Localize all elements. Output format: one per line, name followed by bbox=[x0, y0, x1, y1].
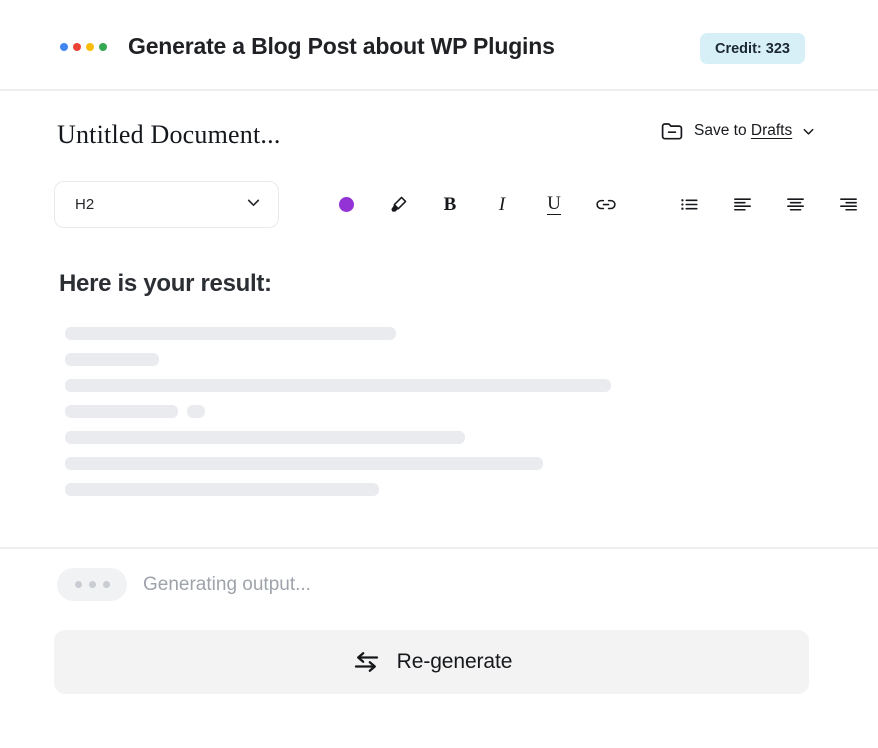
skeleton-row bbox=[65, 353, 825, 366]
skeleton-row bbox=[65, 379, 825, 392]
bold-button[interactable]: B bbox=[424, 181, 476, 228]
chevron-down-icon bbox=[245, 194, 262, 216]
footer-divider bbox=[0, 547, 878, 549]
result-heading: Here is your result: bbox=[59, 270, 272, 298]
skeleton-bar bbox=[65, 327, 396, 340]
typing-dot bbox=[89, 581, 96, 588]
app-title: Generate a Blog Post about WP Plugins bbox=[128, 33, 555, 60]
logo-dot-yellow bbox=[86, 43, 94, 51]
save-prefix: Save to bbox=[694, 122, 747, 139]
skeleton-bar bbox=[65, 379, 611, 392]
skeleton-bar bbox=[187, 405, 205, 418]
typing-dot bbox=[75, 581, 82, 588]
typing-indicator bbox=[57, 568, 127, 601]
document-title[interactable]: Untitled Document... bbox=[57, 120, 281, 150]
text-style-select[interactable]: H2 bbox=[54, 181, 279, 228]
skeleton-row bbox=[65, 431, 825, 444]
regenerate-button[interactable]: Re-generate bbox=[54, 630, 809, 694]
regenerate-label: Re-generate bbox=[397, 650, 513, 674]
logo-dot-red bbox=[73, 43, 81, 51]
status-text: Generating output... bbox=[143, 574, 311, 596]
chevron-down-icon[interactable] bbox=[801, 124, 816, 139]
credit-badge: Credit: 323 bbox=[700, 33, 805, 64]
skeleton-row bbox=[65, 405, 825, 418]
skeleton-bar bbox=[65, 405, 178, 418]
link-button[interactable] bbox=[580, 181, 632, 228]
align-right-button[interactable] bbox=[822, 181, 874, 228]
app-logo bbox=[60, 43, 107, 51]
app-header: Generate a Blog Post about WP Plugins Cr… bbox=[0, 0, 878, 90]
skeleton-row bbox=[65, 327, 825, 340]
italic-button[interactable]: I bbox=[476, 181, 528, 228]
skeleton-row bbox=[65, 483, 825, 496]
header-divider bbox=[0, 89, 878, 91]
bullet-list-button[interactable] bbox=[663, 181, 715, 228]
underline-icon: U bbox=[547, 194, 561, 215]
save-target-drafts[interactable]: Drafts bbox=[751, 122, 792, 139]
highlight-button[interactable] bbox=[372, 181, 424, 228]
align-left-button[interactable] bbox=[716, 181, 768, 228]
align-center-button[interactable] bbox=[769, 181, 821, 228]
logo-dot-blue bbox=[60, 43, 68, 51]
generation-status: Generating output... bbox=[57, 568, 311, 601]
content-skeleton bbox=[65, 327, 825, 509]
skeleton-row bbox=[65, 457, 825, 470]
skeleton-bar bbox=[65, 457, 543, 470]
italic-icon: I bbox=[499, 194, 505, 216]
exchange-arrows-icon bbox=[351, 649, 381, 675]
app-window: Generate a Blog Post about WP Plugins Cr… bbox=[0, 0, 878, 748]
skeleton-bar bbox=[65, 431, 465, 444]
typing-dot bbox=[103, 581, 110, 588]
skeleton-bar bbox=[65, 483, 379, 496]
logo-dot-green bbox=[99, 43, 107, 51]
save-to-drafts-control[interactable]: Save to Drafts bbox=[659, 118, 816, 144]
text-color-button[interactable] bbox=[320, 181, 372, 228]
text-style-value: H2 bbox=[75, 196, 94, 213]
folder-minus-icon bbox=[659, 118, 685, 144]
color-circle-icon bbox=[339, 197, 354, 212]
save-to-drafts-label: Save to Drafts bbox=[694, 122, 792, 140]
formatting-tools: B I U bbox=[320, 181, 874, 228]
editor-toolbar: H2 B I bbox=[0, 181, 878, 228]
skeleton-bar bbox=[65, 353, 159, 366]
bold-icon: B bbox=[444, 194, 457, 216]
underline-button[interactable]: U bbox=[528, 181, 580, 228]
